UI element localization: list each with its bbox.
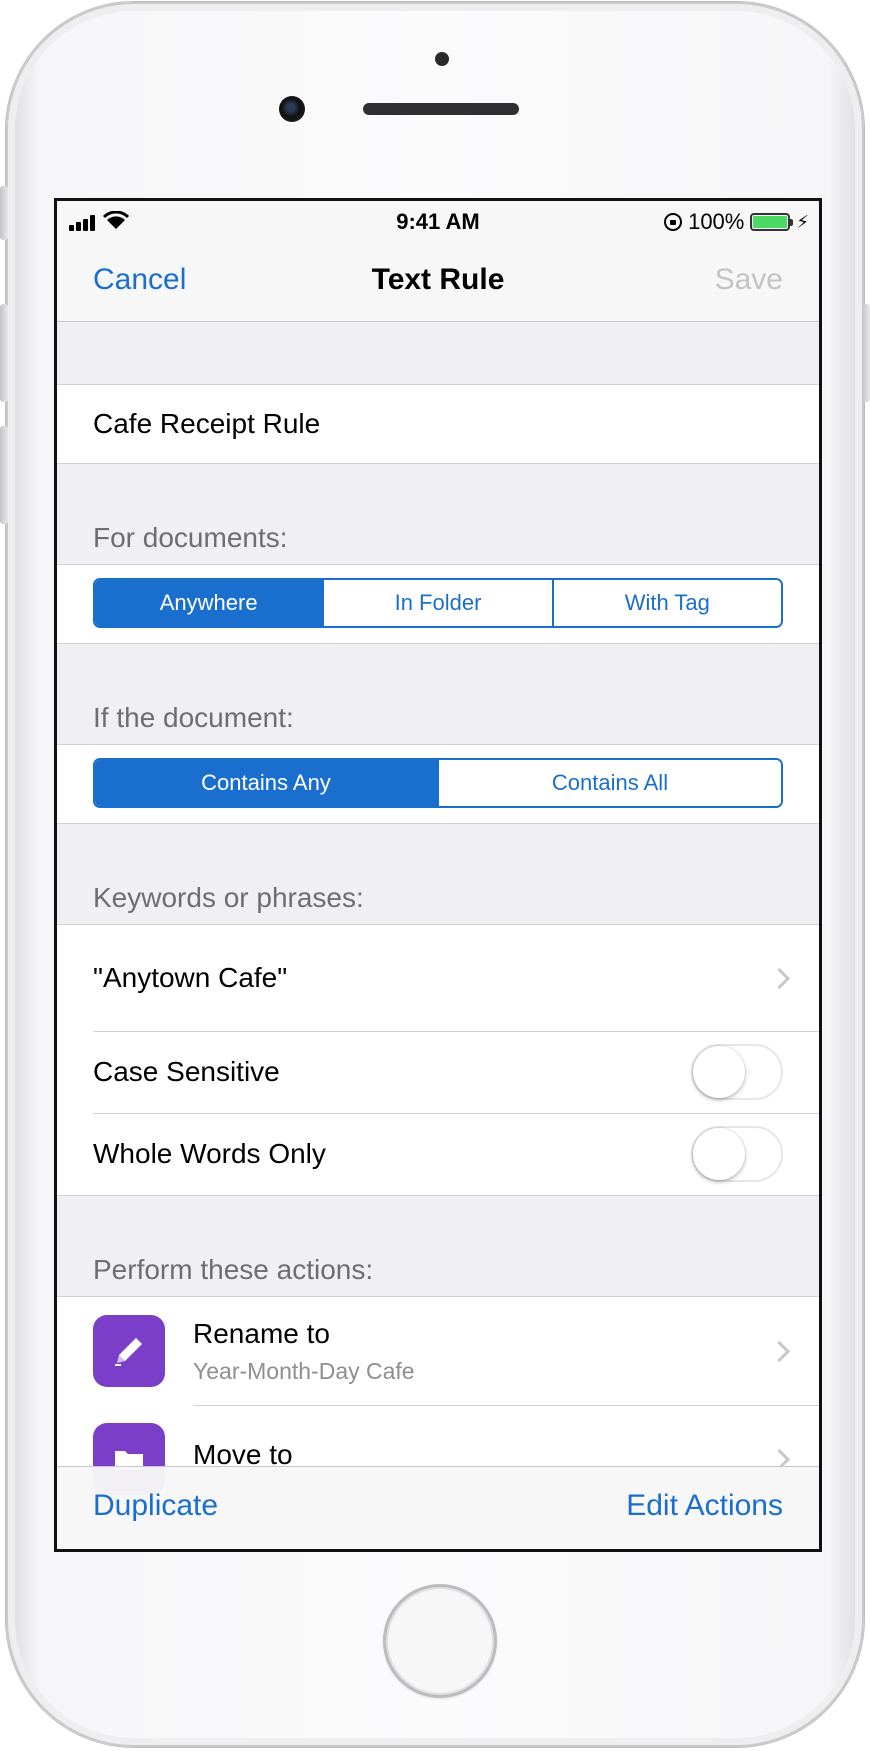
- case-sensitive-label: Case Sensitive: [93, 1056, 280, 1087]
- match-segmented-control: Contains Any Contains All: [93, 758, 783, 808]
- chevron-right-icon: [768, 1340, 791, 1363]
- front-camera: [279, 96, 305, 122]
- segment-anywhere[interactable]: Anywhere: [95, 580, 323, 626]
- battery-percent: 100%: [688, 209, 745, 234]
- proximity-sensor: [435, 52, 449, 66]
- documents-segmented-control: Anywhere In Folder With Tag: [93, 578, 783, 628]
- case-sensitive-toggle[interactable]: [691, 1044, 783, 1100]
- charging-icon: ⚡: [796, 211, 809, 232]
- save-button[interactable]: Save: [715, 263, 783, 297]
- segment-in-folder[interactable]: In Folder: [322, 580, 552, 626]
- home-button[interactable]: [383, 1584, 497, 1698]
- keyword-row[interactable]: "Anytown Cafe": [57, 925, 819, 1031]
- power-button: [862, 304, 870, 402]
- keyword-value: "Anytown Cafe": [93, 962, 288, 993]
- battery-icon: [750, 213, 794, 231]
- segment-contains-any[interactable]: Contains Any: [95, 760, 437, 806]
- chevron-right-icon: [768, 967, 791, 990]
- edit-actions-button[interactable]: Edit Actions: [626, 1489, 783, 1523]
- whole-words-label: Whole Words Only: [93, 1138, 326, 1169]
- volume-up-button: [0, 304, 8, 402]
- rule-form: Cafe Receipt Rule For documents: Anywher…: [57, 322, 819, 1514]
- orientation-lock-icon: [664, 213, 683, 231]
- status-bar: 9:41 AM 100% ⚡: [57, 201, 819, 243]
- bottom-toolbar: Duplicate Edit Actions: [57, 1466, 819, 1549]
- mute-switch: [0, 186, 8, 240]
- volume-down-button: [0, 426, 8, 524]
- segment-contains-all[interactable]: Contains All: [437, 760, 781, 806]
- rule-name-field[interactable]: Cafe Receipt Rule: [57, 385, 819, 463]
- documents-header: For documents:: [93, 522, 288, 553]
- actions-header: Perform these actions:: [93, 1254, 374, 1285]
- action-subtitle: Year-Month-Day Cafe: [193, 1357, 415, 1384]
- match-header: If the document:: [93, 702, 294, 733]
- cancel-button[interactable]: Cancel: [93, 263, 186, 297]
- duplicate-button[interactable]: Duplicate: [93, 1489, 218, 1523]
- earpiece-speaker: [363, 103, 519, 115]
- action-title: Rename to: [193, 1317, 330, 1349]
- action-rename[interactable]: Rename to Year-Month-Day Cafe: [57, 1297, 819, 1405]
- whole-words-row: Whole Words Only: [57, 1113, 819, 1195]
- screen: 9:41 AM 100% ⚡ Cancel Text Rule Save Caf…: [54, 198, 822, 1552]
- pencil-icon: [93, 1315, 165, 1387]
- keywords-header: Keywords or phrases:: [93, 882, 364, 913]
- navigation-bar: Cancel Text Rule Save: [57, 243, 819, 322]
- segment-with-tag[interactable]: With Tag: [551, 580, 781, 626]
- case-sensitive-row: Case Sensitive: [57, 1031, 819, 1113]
- whole-words-toggle[interactable]: [691, 1126, 783, 1182]
